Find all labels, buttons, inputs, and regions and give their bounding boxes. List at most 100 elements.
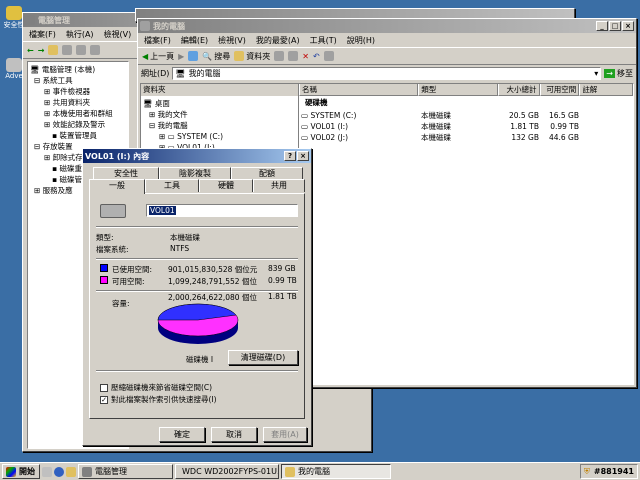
properties-dialog[interactable]: VOL01 (I:) 內容 ? × 安全性 陰影複製 配額 一般 工具 硬體 共… [82, 148, 312, 446]
menu-file[interactable]: 檔案(F) [29, 29, 56, 40]
disk-cleanup-button[interactable]: 清理磁碟(D) [228, 350, 298, 365]
views-icon[interactable] [323, 51, 334, 61]
volume-label-input[interactable]: VOL01 [146, 204, 298, 217]
column-free[interactable]: 可用空間 [539, 84, 580, 96]
computer-icon: 🖥 [175, 68, 186, 78]
system-tray: ⛨ #881941 [579, 464, 638, 479]
tab-general[interactable]: 一般 [89, 179, 145, 194]
minimize-button[interactable]: _ [596, 21, 608, 31]
index-checkbox[interactable]: ✓ [100, 395, 108, 404]
tree-item-local-users[interactable]: ⊞ 本機使用者和群組 [30, 108, 126, 119]
move-to-icon[interactable] [274, 51, 285, 61]
export-icon[interactable] [90, 45, 101, 55]
tree-item-my-computer[interactable]: ⊟ 我的電腦 [143, 120, 309, 131]
show-desktop-icon[interactable] [42, 466, 52, 477]
security-shield-icon[interactable]: ⛨ [584, 467, 590, 477]
forward-button[interactable]: ▶ [178, 52, 184, 61]
file-list[interactable]: 名稱 類型 大小總計 可用空間 註解 硬碟機 ▭ SYSTEM (C:) 本機磁碟… [298, 83, 634, 385]
divider [96, 370, 298, 372]
tree-item-shared-folders[interactable]: ⊞ 共用資料夾 [30, 97, 126, 108]
table-row[interactable]: ▭ SYSTEM (C:) 本機磁碟 20.5 GB 16.5 GB [299, 110, 633, 121]
tree-item-device-manager[interactable]: ▪ 裝置管理員 [30, 130, 126, 141]
capacity-label: 容量: [112, 299, 130, 308]
menu-action[interactable]: 執行(A) [66, 29, 94, 40]
table-row[interactable]: ▭ VOL01 (I:) 本機磁碟 1.81 TB 0.99 TB [299, 121, 633, 132]
apply-button[interactable]: 套用(A) [263, 427, 307, 442]
used-label: 已使用空間: [112, 265, 153, 274]
address-input[interactable]: 🖥 我的電腦 ▾ [172, 66, 602, 80]
menu-favorites[interactable]: 我的最愛(A) [256, 35, 300, 46]
column-comment[interactable]: 註解 [579, 84, 633, 96]
back-button[interactable]: ◀ 上一頁 [142, 51, 174, 62]
up-folder-icon[interactable] [48, 45, 59, 55]
go-button[interactable]: → 移至 [604, 68, 633, 79]
table-row[interactable]: ▭ VOL02 (J:) 本機磁碟 132 GB 44.6 GB [299, 132, 633, 143]
start-button[interactable]: 開始 [2, 464, 40, 479]
tree-item-event-viewer[interactable]: ⊞ 事件檢視器 [30, 86, 126, 97]
task-computer-management[interactable]: 電腦管理 [78, 464, 173, 479]
shortcut-icon [6, 58, 22, 72]
ok-button[interactable]: 確定 [159, 427, 205, 442]
explorer-icon[interactable] [66, 466, 76, 477]
group-header: 硬碟機 [305, 98, 328, 107]
search-icon: 🔍 [202, 51, 213, 61]
drive-icon [100, 204, 126, 218]
chevron-down-icon[interactable]: ▾ [594, 69, 598, 78]
used-bytes: 901,015,830,528 個位元 [168, 265, 258, 274]
folders-button[interactable]: 資料夾 [234, 51, 270, 62]
tree-item-desktop[interactable]: 🖥 桌面 [143, 98, 309, 109]
copy-to-icon[interactable] [288, 51, 299, 61]
menu-view[interactable]: 檢視(V) [218, 35, 246, 46]
menu-view[interactable]: 檢視(V) [104, 29, 132, 40]
menu-file[interactable]: 檔案(F) [144, 35, 171, 46]
up-icon[interactable] [188, 51, 199, 61]
taskbar: 開始 電腦管理 WDC WD2002FYPS-01U... 我的電腦 ⛨ #88… [0, 462, 640, 480]
compress-option[interactable]: 壓縮磁碟機來節省磁碟空間(C) [100, 382, 212, 393]
tree-item-my-documents[interactable]: ⊞ 我的文件 [143, 109, 309, 120]
window-title: 我的電腦 [153, 21, 185, 31]
title-bar[interactable]: 我的電腦 _ □ × [138, 19, 636, 33]
cancel-button[interactable]: 取消 [211, 427, 257, 442]
column-name[interactable]: 名稱 [299, 84, 419, 96]
tree-item-perf-logs[interactable]: ⊞ 效能記錄及警示 [30, 119, 126, 130]
computer-icon [140, 21, 150, 31]
dialog-title: VOL01 (I:) 內容 [85, 151, 150, 161]
undo-icon[interactable]: ↶ [313, 52, 320, 61]
search-button[interactable]: 🔍 搜尋 [202, 51, 230, 62]
tab-sharing[interactable]: 共用 [253, 179, 305, 192]
compress-checkbox[interactable] [100, 383, 108, 392]
column-type[interactable]: 類型 [418, 84, 498, 96]
properties-icon[interactable] [62, 45, 73, 55]
free-bytes: 1,099,248,791,552 個位 [168, 277, 257, 286]
divider [96, 226, 298, 228]
help-button[interactable]: ? [284, 151, 296, 161]
close-button[interactable]: × [297, 151, 309, 161]
title-bar[interactable]: VOL01 (I:) 內容 ? × [83, 149, 311, 163]
disk-usage-pie [157, 303, 239, 344]
task-wdc-properties[interactable]: WDC WD2002FYPS-01U... [175, 464, 279, 479]
column-total[interactable]: 大小總計 [497, 84, 540, 96]
tree-item-drive-c[interactable]: ⊞ ▭ SYSTEM (C:) [143, 131, 309, 142]
tab-hardware[interactable]: 硬體 [199, 179, 253, 192]
forward-button[interactable]: → [38, 46, 45, 55]
menu-help[interactable]: 說明(H) [347, 35, 375, 46]
tree-item-system-tools[interactable]: ⊟ 系統工具 [30, 75, 126, 86]
menu-edit[interactable]: 編輯(E) [181, 35, 208, 46]
close-button[interactable]: × [622, 21, 634, 31]
fs-label: 檔案系統: [96, 245, 129, 254]
task-my-computer[interactable]: 我的電腦 [281, 464, 391, 479]
watermark-text: #881941 [593, 467, 634, 476]
index-option[interactable]: ✓ 對此檔案製作索引供快速搜尋(I) [100, 394, 217, 405]
refresh-icon[interactable] [76, 45, 87, 55]
menu-tools[interactable]: 工具(T) [310, 35, 337, 46]
column-headers: 名稱 類型 大小總計 可用空間 註解 [299, 84, 633, 96]
address-bar: 網址(D) 🖥 我的電腦 ▾ → 移至 [138, 65, 636, 81]
capacity-size: 1.81 TB [268, 292, 297, 301]
folder-icon [285, 466, 295, 477]
tab-tools[interactable]: 工具 [145, 179, 199, 192]
back-button[interactable]: ← [27, 46, 34, 55]
ie-icon[interactable] [54, 466, 64, 477]
maximize-button[interactable]: □ [609, 21, 621, 31]
delete-icon[interactable]: ✕ [302, 52, 309, 61]
tree-item-root[interactable]: 🖥 電腦管理 (本機) [30, 64, 126, 75]
